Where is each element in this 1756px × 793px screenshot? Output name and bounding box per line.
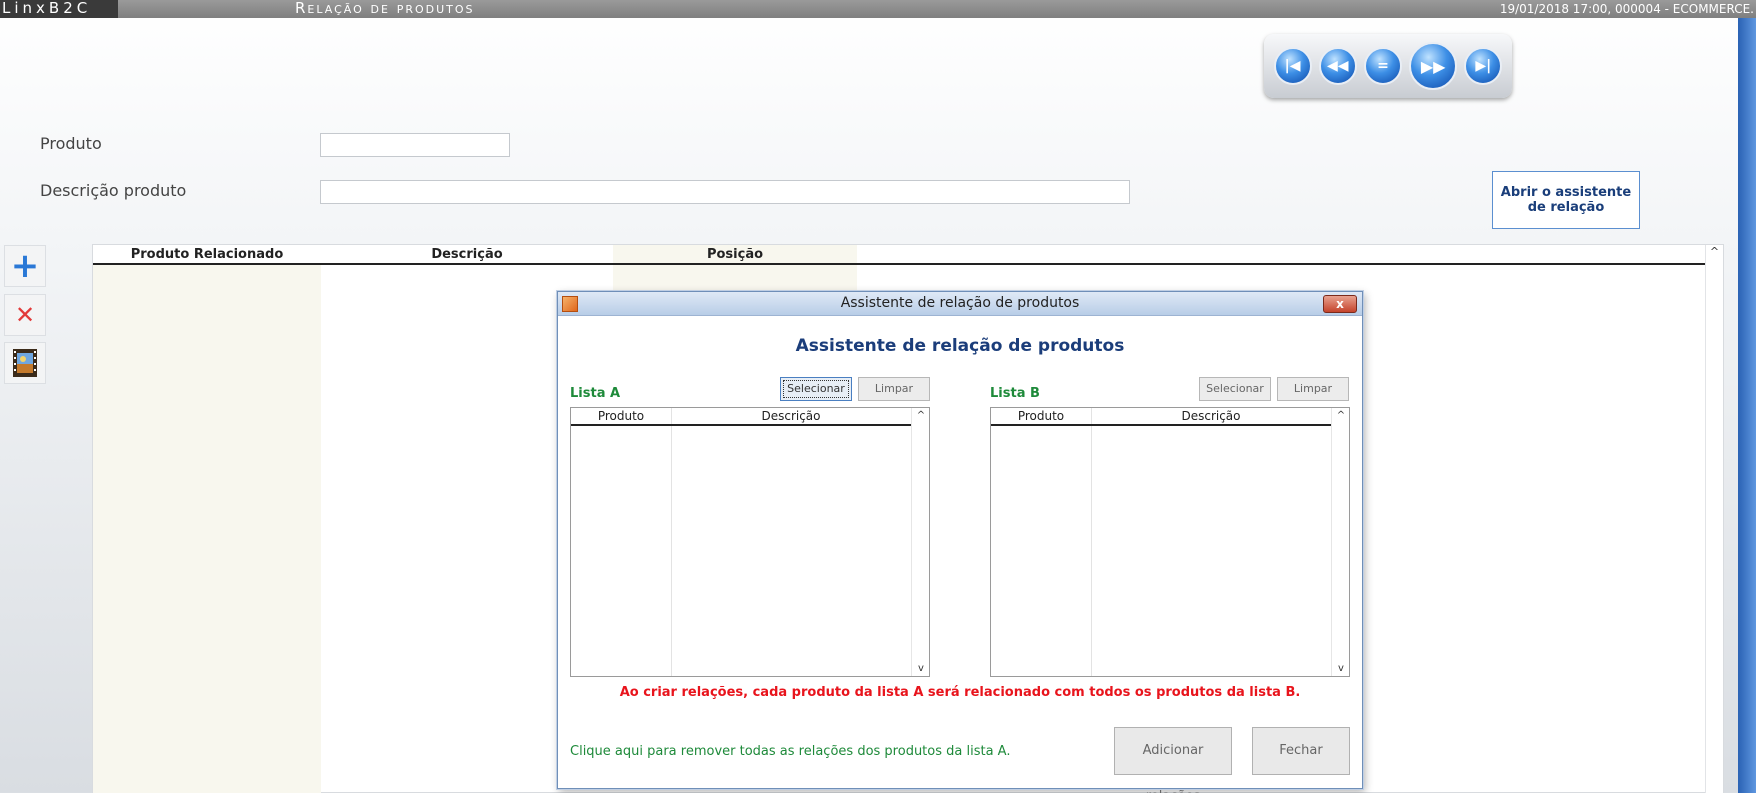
scroll-up-icon[interactable]: ^ [1710,245,1719,258]
equals-icon: = [1377,58,1389,74]
last-record-button[interactable]: ▶| [1464,47,1503,85]
descricao-produto-input[interactable] [320,180,1130,204]
dialog-titlebar[interactable]: Assistente de relação de produtos x [558,292,1362,316]
delete-x-icon: ✕ [14,301,36,329]
relation-assistant-dialog: Assistente de relação de produtos x Assi… [557,291,1363,793]
title-bar: LinxB2C Relação de produtos 19/01/2018 1… [0,0,1756,18]
list-a-header-produto[interactable]: Produto [571,409,671,423]
grid-header: Produto Relacionado Descrição Posição [93,245,1705,265]
produto-label: Produto [40,134,102,153]
window-scrollbar[interactable] [1738,18,1756,793]
close-dialog-button[interactable]: Fechar [1252,727,1350,775]
list-b-header-descricao[interactable]: Descrição [1091,409,1331,423]
list-b-label: Lista B [990,386,1040,401]
grid-header-descricao[interactable]: Descrição [321,247,613,262]
next-record-button[interactable]: ▶▶ [1409,42,1458,90]
first-icon: |◀ [1284,58,1301,74]
remove-relations-link[interactable]: Clique aqui para remover todas as relaçõ… [570,744,1010,759]
list-b-header: Produto Descrição [991,408,1331,426]
app-name: LinxB2C [0,0,118,18]
list-b-header-produto[interactable]: Produto [991,409,1091,423]
list-b-select-button[interactable]: Selecionar [1199,377,1271,401]
list-a-select-button[interactable]: Selecionar [780,377,852,401]
list-b-clear-button[interactable]: Limpar [1277,377,1349,401]
list-b-box[interactable]: Produto Descrição ^ v [990,407,1350,677]
open-assistant-button[interactable]: Abrir o assistente de relação [1492,171,1640,229]
grid-header-produto-relacionado[interactable]: Produto Relacionado [93,247,321,262]
list-a-scrollbar[interactable]: ^ v [911,408,929,676]
next-icon: ▶▶ [1420,56,1446,76]
descricao-produto-label: Descrição produto [40,181,187,200]
status-info: 19/01/2018 17:00, 000004 - ECOMMERCE. [1499,2,1754,16]
grid-header-posicao[interactable]: Posição [613,247,857,262]
dialog-close-button[interactable]: x [1323,295,1357,313]
list-b-scrollbar[interactable]: ^ v [1331,408,1349,676]
list-a-header: Produto Descrição [571,408,911,426]
list-b-column-divider [1091,408,1092,676]
previous-record-button[interactable]: ◀◀ [1318,47,1357,85]
record-navigation-bar: |◀ ◀◀ = ▶▶ ▶| [1264,34,1512,98]
grid-scrollbar[interactable]: ^ [1705,245,1723,793]
scroll-up-icon[interactable]: ^ [1332,410,1350,421]
scroll-down-icon[interactable]: v [1332,663,1350,674]
list-a-clear-button[interactable]: Limpar [858,377,930,401]
image-button[interactable] [4,342,46,384]
list-a-box[interactable]: Produto Descrição ^ v [570,407,930,677]
film-image-icon [13,349,37,377]
current-record-button[interactable]: = [1363,47,1402,85]
first-record-button[interactable]: |◀ [1273,47,1312,85]
produto-input[interactable] [320,133,510,157]
dialog-title: Assistente de relação de produtos [840,295,1080,311]
dialog-heading: Assistente de relação de produtos [795,336,1125,356]
add-relations-button[interactable]: Adicionar relações [1114,727,1232,793]
previous-icon: ◀◀ [1327,58,1349,74]
close-icon: x [1336,297,1344,311]
add-button[interactable]: + [4,245,46,287]
relation-warning-text: Ao criar relações, cada produto da lista… [619,685,1301,700]
list-a-header-descricao[interactable]: Descrição [671,409,911,423]
screen-title: Relação de produtos [295,0,475,17]
plus-icon: + [10,246,40,286]
list-a-column-divider [671,408,672,676]
list-a-label: Lista A [570,386,621,401]
scroll-down-icon[interactable]: v [912,663,930,674]
scroll-up-icon[interactable]: ^ [912,410,930,421]
delete-button[interactable]: ✕ [4,294,46,336]
grid-column-fill [93,265,321,793]
last-icon: ▶| [1475,58,1492,74]
